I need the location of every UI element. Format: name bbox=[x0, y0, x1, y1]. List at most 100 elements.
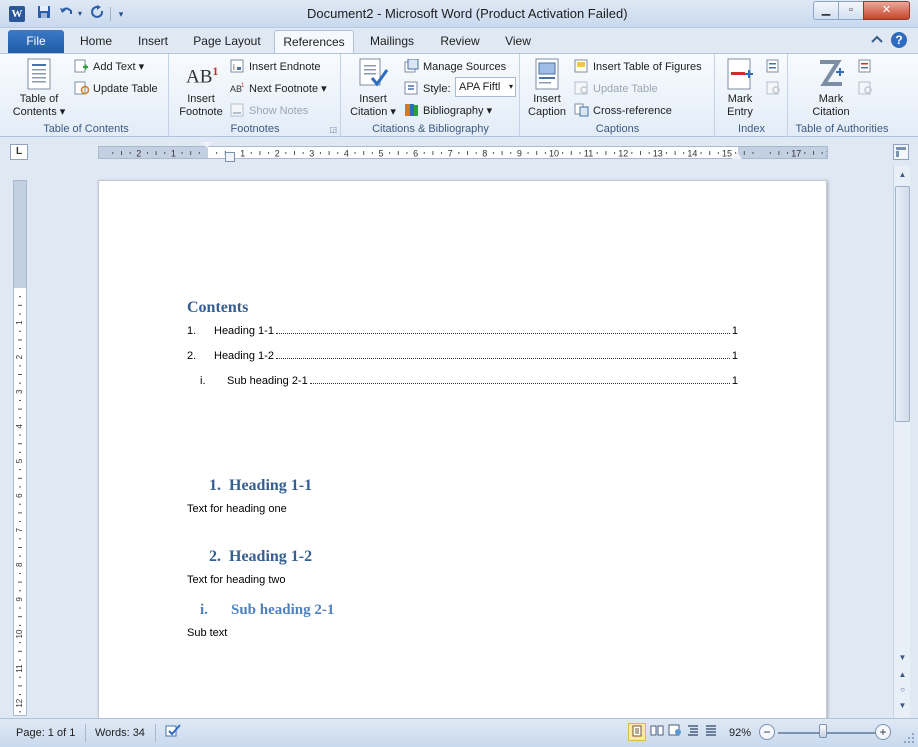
insert-table-of-authorities-icon[interactable] bbox=[858, 59, 873, 76]
insert-citation-icon bbox=[359, 58, 388, 87]
zoom-in-icon[interactable]: + bbox=[875, 724, 891, 740]
show-notes-button[interactable]: Show Notes bbox=[230, 103, 308, 118]
scroll-down-icon[interactable]: ▼ bbox=[895, 651, 910, 665]
bibliography-icon bbox=[404, 103, 419, 117]
word-app-icon[interactable]: W bbox=[9, 6, 25, 22]
word-count[interactable]: Words: 34 bbox=[95, 723, 145, 743]
tab-insert[interactable]: Insert bbox=[130, 30, 176, 53]
tab-review[interactable]: Review bbox=[434, 30, 486, 53]
toc-entry-label: Heading 1-1 bbox=[214, 325, 274, 337]
vertical-ruler[interactable]: 21123456789101112 bbox=[13, 180, 27, 716]
insert-caption-icon bbox=[535, 58, 559, 90]
ruler-tick-label: 1 bbox=[240, 149, 245, 159]
qat-separator bbox=[110, 7, 111, 21]
update-table-label: Update Table bbox=[93, 83, 158, 95]
heading-text: Heading 1-2 bbox=[229, 548, 313, 565]
next-footnote-button[interactable]: AB 1 Next Footnote ▾ bbox=[230, 81, 327, 96]
toc-entry-number: i. bbox=[200, 375, 206, 387]
mark-entry-button[interactable]: Mark Entry bbox=[718, 56, 762, 120]
tab-view[interactable]: View bbox=[498, 30, 538, 53]
insert-citation-button[interactable]: Insert Citation ▾ bbox=[344, 56, 402, 120]
previous-page-icon[interactable]: ▲ bbox=[895, 668, 910, 682]
page-count[interactable]: Page: 1 of 1 bbox=[16, 723, 75, 743]
insert-footnote-button[interactable]: AB1 Insert Footnote bbox=[174, 56, 228, 120]
close-button[interactable]: ✕ bbox=[863, 1, 910, 20]
group-table-of-authorities: Mark Citation Table of Authorities bbox=[789, 54, 895, 137]
tab-page-layout[interactable]: Page Layout bbox=[188, 30, 266, 53]
full-screen-reading-view-icon[interactable] bbox=[648, 723, 666, 741]
zoom-level[interactable]: 92% bbox=[729, 723, 751, 743]
toc-entry[interactable]: 2. Heading 1-2 1 bbox=[187, 350, 738, 362]
insert-table-of-figures-button[interactable]: Insert Table of Figures bbox=[574, 59, 702, 74]
update-table-toc-button[interactable]: Update Table bbox=[74, 81, 158, 96]
status-separator bbox=[85, 724, 86, 742]
view-ruler-icon[interactable] bbox=[893, 144, 909, 160]
vruler-tick-label: 4 bbox=[15, 424, 24, 429]
tab-references[interactable]: References bbox=[274, 30, 354, 53]
proofing-icon[interactable] bbox=[164, 723, 182, 741]
insert-endnote-button[interactable]: i Insert Endnote bbox=[230, 59, 321, 74]
help-icon[interactable]: ? bbox=[891, 32, 907, 48]
document-area[interactable]: Contents 1. Heading 1-1 1 2. Heading 1-2… bbox=[30, 166, 892, 718]
scrollbar-thumb[interactable] bbox=[895, 186, 910, 422]
undo-dropdown-icon[interactable]: ▾ bbox=[75, 5, 85, 23]
customize-qat-icon[interactable]: ▾ bbox=[115, 5, 127, 23]
redo-icon[interactable] bbox=[90, 5, 106, 23]
update-table-of-authorities-icon[interactable] bbox=[858, 81, 873, 98]
cross-reference-button[interactable]: Cross-reference bbox=[574, 103, 672, 118]
toc-entry[interactable]: 1. Heading 1-1 1 bbox=[187, 325, 738, 337]
next-page-icon[interactable]: ▼ bbox=[895, 699, 910, 713]
undo-icon[interactable] bbox=[58, 5, 74, 23]
insert-caption-label: Insert bbox=[533, 93, 561, 105]
update-index-icon[interactable] bbox=[766, 81, 781, 98]
minimize-button[interactable]: ▁ bbox=[813, 1, 839, 20]
ruler-tick-label: 5 bbox=[378, 149, 383, 159]
insert-caption-button[interactable]: Insert Caption bbox=[521, 56, 573, 120]
ruler-tick-label: 3 bbox=[309, 149, 314, 159]
hanging-indent-marker[interactable] bbox=[225, 152, 235, 162]
vruler-tick-label: 9 bbox=[15, 597, 24, 602]
svg-text:1: 1 bbox=[241, 83, 245, 89]
tab-file[interactable]: File bbox=[8, 30, 64, 53]
minimize-ribbon-icon[interactable] bbox=[871, 33, 883, 47]
ruler-tick-label: 4 bbox=[344, 149, 349, 159]
ruler-tick-label: 9 bbox=[517, 149, 522, 159]
right-indent-marker[interactable] bbox=[732, 152, 742, 159]
zoom-out-icon[interactable]: − bbox=[759, 724, 775, 740]
tab-mailings[interactable]: Mailings bbox=[362, 30, 422, 53]
table-of-contents-button[interactable]: Table of Contents ▾ bbox=[10, 56, 68, 120]
bibliography-button[interactable]: Bibliography ▾ bbox=[404, 103, 492, 118]
manage-sources-icon bbox=[404, 58, 419, 73]
heading-number: 2. bbox=[209, 548, 221, 565]
body-text: Text for heading one bbox=[187, 503, 287, 515]
maximize-button[interactable]: ▫ bbox=[838, 1, 864, 20]
tab-selector-button[interactable]: L bbox=[10, 144, 28, 160]
vertical-scrollbar[interactable]: ▲ ▼ ▲ ○ ▼ bbox=[893, 166, 910, 718]
citation-style-select[interactable]: APA Fiftl ▾ bbox=[455, 77, 516, 97]
scroll-up-icon[interactable]: ▲ bbox=[895, 168, 910, 182]
style-label: Style: bbox=[423, 83, 451, 95]
first-line-indent-marker[interactable] bbox=[202, 142, 212, 148]
insert-citation-label: Insert bbox=[359, 93, 387, 105]
select-browse-object-icon[interactable]: ○ bbox=[895, 683, 910, 697]
document-page[interactable]: Contents 1. Heading 1-1 1 2. Heading 1-2… bbox=[98, 180, 827, 718]
heading-text: Heading 1-1 bbox=[229, 477, 313, 494]
print-layout-view-icon[interactable] bbox=[628, 723, 646, 741]
update-table-captions-button[interactable]: Update Table bbox=[574, 81, 658, 96]
body-text: Text for heading two bbox=[187, 574, 286, 586]
add-text-button[interactable]: Add Text ▾ bbox=[74, 59, 144, 74]
save-icon[interactable] bbox=[36, 5, 52, 23]
group-captions: Insert Caption Insert Table of Figures U… bbox=[521, 54, 715, 137]
outline-view-icon[interactable] bbox=[684, 723, 702, 741]
ruler-tick-label: 13 bbox=[653, 149, 663, 159]
draft-view-icon[interactable] bbox=[702, 723, 720, 741]
toc-entry[interactable]: i. Sub heading 2-1 1 bbox=[200, 375, 738, 387]
zoom-slider-thumb[interactable] bbox=[819, 724, 828, 738]
resize-grip-icon[interactable] bbox=[903, 732, 915, 744]
web-layout-view-icon[interactable] bbox=[666, 723, 684, 741]
manage-sources-button[interactable]: Manage Sources bbox=[404, 58, 507, 74]
mark-citation-button[interactable]: Mark Citation bbox=[805, 56, 857, 120]
insert-index-icon[interactable] bbox=[766, 59, 781, 76]
manage-sources-label: Manage Sources bbox=[423, 61, 507, 73]
tab-home[interactable]: Home bbox=[72, 30, 120, 53]
